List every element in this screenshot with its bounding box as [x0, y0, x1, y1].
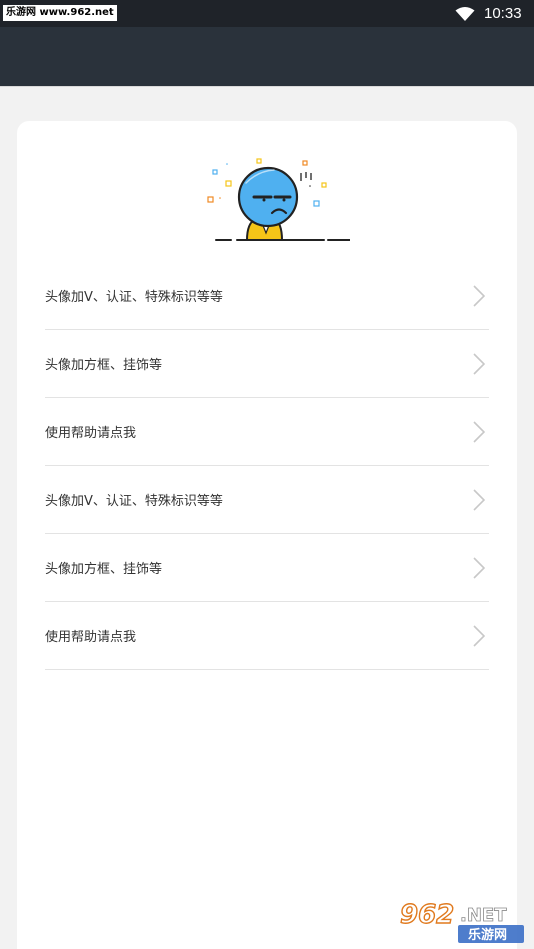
watermark-top: 乐游网 www.962.net	[3, 5, 117, 21]
watermark-suffix: .NET	[460, 905, 507, 926]
chevron-right-icon	[473, 421, 485, 443]
menu-list: 头像加V、认证、特殊标识等等 头像加方框、挂饰等 使用帮助请点我 头像加V、认证…	[45, 262, 489, 670]
app-bar-divider	[0, 86, 534, 87]
menu-item[interactable]: 使用帮助请点我	[45, 398, 489, 466]
app-bar	[0, 27, 534, 86]
menu-item-label: 使用帮助请点我	[45, 426, 137, 441]
chevron-right-icon	[473, 285, 485, 307]
chevron-right-icon	[473, 625, 485, 647]
status-bar: 乐游网 www.962.net 10:33	[0, 0, 534, 27]
sad-face-illustration	[207, 158, 350, 241]
watermark-logo: 962 .NET 乐游网	[399, 899, 524, 943]
menu-item[interactable]: 头像加方框、挂饰等	[45, 330, 489, 398]
menu-item-label: 头像加V、认证、特殊标识等等	[45, 290, 223, 305]
chevron-right-icon	[473, 557, 485, 579]
menu-item[interactable]: 头像加V、认证、特殊标识等等	[45, 466, 489, 534]
menu-item-label: 头像加方框、挂饰等	[45, 562, 163, 577]
watermark-name: 乐游网	[468, 927, 507, 943]
watermark-number: 962	[400, 900, 454, 930]
chevron-right-icon	[473, 489, 485, 511]
status-time: 10:33	[484, 5, 522, 22]
menu-item[interactable]: 头像加V、认证、特殊标识等等	[45, 262, 489, 330]
wifi-icon	[455, 7, 475, 21]
chevron-right-icon	[473, 353, 485, 375]
menu-item-label: 头像加方框、挂饰等	[45, 358, 163, 373]
menu-item-label: 使用帮助请点我	[45, 630, 137, 645]
menu-card: 头像加V、认证、特殊标识等等 头像加方框、挂饰等 使用帮助请点我 头像加V、认证…	[17, 121, 517, 949]
menu-item[interactable]: 使用帮助请点我	[45, 602, 489, 670]
menu-item-label: 头像加V、认证、特殊标识等等	[45, 494, 223, 509]
menu-item[interactable]: 头像加方框、挂饰等	[45, 534, 489, 602]
